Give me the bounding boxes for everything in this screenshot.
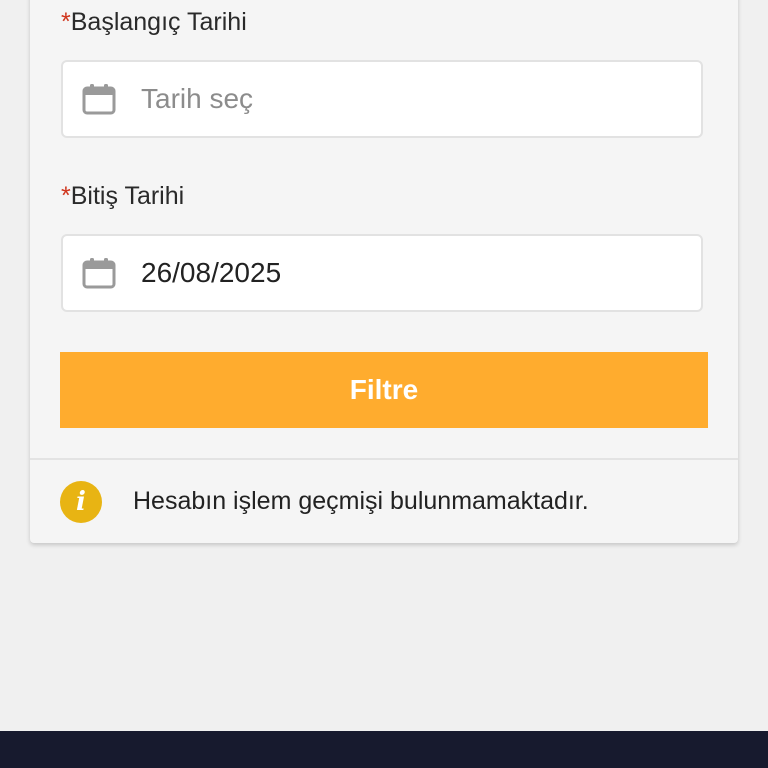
required-mark: * xyxy=(61,8,71,36)
empty-history-message: Hesabın işlem geçmişi bulunmamaktadır. xyxy=(133,487,589,515)
start-date-label: *Başlangıç Tarihi xyxy=(61,8,247,37)
end-date-input[interactable]: 26/08/2025 xyxy=(61,234,703,312)
start-date-placeholder: Tarih seç xyxy=(141,83,254,114)
filter-button[interactable]: Filtre xyxy=(60,352,708,428)
start-date-input[interactable]: Tarih seç xyxy=(61,60,703,138)
date-filter-form: *Başlangıç Tarihi Tarih seç *Bitiş Tarih… xyxy=(30,0,738,458)
info-icon: i xyxy=(60,480,102,523)
calendar-icon xyxy=(82,82,116,116)
required-mark: * xyxy=(61,182,71,210)
bottom-navigation-bar xyxy=(0,731,768,768)
calendar-icon xyxy=(82,256,116,290)
filter-card: *Başlangıç Tarihi Tarih seç *Bitiş Tarih… xyxy=(30,0,738,543)
empty-history-notice: i Hesabın işlem geçmişi bulunmamaktadır. xyxy=(30,460,738,543)
end-date-label: *Bitiş Tarihi xyxy=(61,182,184,211)
end-date-label-text: Bitiş Tarihi xyxy=(70,182,185,210)
start-date-label-text: Başlangıç Tarihi xyxy=(70,8,247,36)
end-date-value: 26/08/2025 xyxy=(141,257,282,288)
